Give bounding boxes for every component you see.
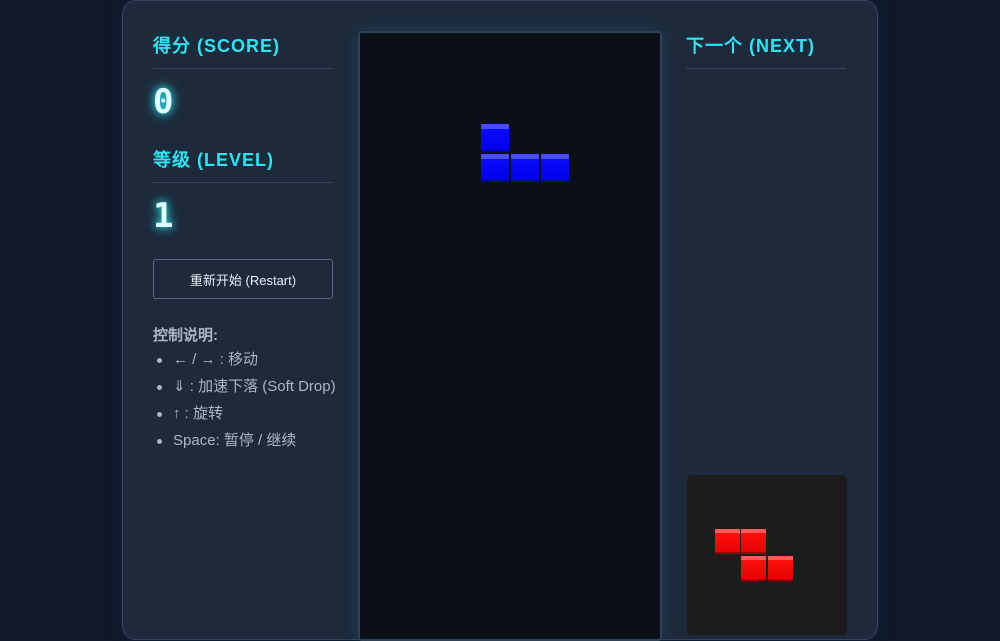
control-item-rotate: ↑ : 旋转: [153, 402, 353, 429]
score-value: 0: [153, 82, 174, 122]
piece-block: [481, 124, 509, 152]
next-label: 下一个 (NEXT): [686, 32, 846, 69]
restart-button[interactable]: 重新开始 (Restart): [153, 259, 333, 299]
control-item-move: ← / → : 移动: [153, 348, 353, 375]
controls-list: ← / → : 移动 ⇓ : 加速下落 (Soft Drop) ↑ : 旋转 S…: [153, 348, 353, 456]
game-board[interactable]: [358, 31, 662, 641]
piece-block: [541, 154, 569, 182]
score-label: 得分 (SCORE): [153, 32, 333, 69]
next-piece-block: [715, 529, 740, 554]
next-piece-block: [741, 556, 766, 581]
piece-block: [481, 154, 509, 182]
next-piece-block: [768, 556, 793, 581]
piece-block: [511, 154, 539, 182]
level-label: 等级 (LEVEL): [153, 146, 333, 183]
controls-title: 控制说明:: [153, 327, 218, 344]
next-piece-block: [741, 529, 766, 554]
level-value: 1: [153, 196, 174, 236]
control-item-soft-drop: ⇓ : 加速下落 (Soft Drop): [153, 375, 353, 402]
next-piece-preview: [687, 475, 847, 635]
control-item-pause: Space: 暂停 / 继续: [153, 429, 353, 456]
